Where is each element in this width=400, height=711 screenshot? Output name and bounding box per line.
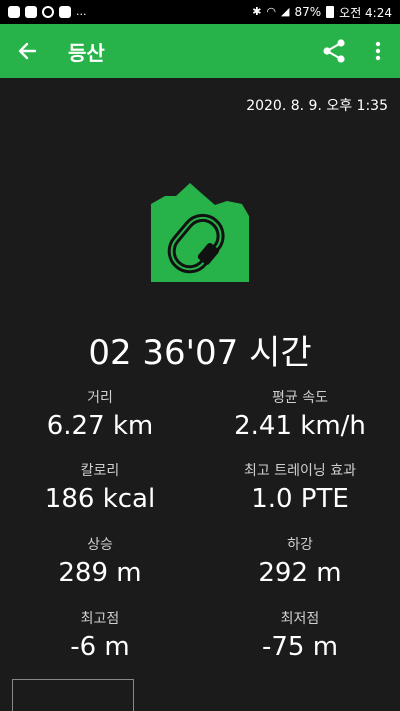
stat-value: 289 m xyxy=(58,558,142,588)
bluetooth-icon: ✱ xyxy=(252,5,262,18)
status-bar: ... ✱ ◠ ◢ 87% 오전 4:24 xyxy=(0,0,400,24)
share-icon xyxy=(323,39,345,63)
stat-ascent: 상승 289 m xyxy=(0,534,200,588)
stat-max-elevation: 최고점 -6 m xyxy=(0,608,200,662)
more-notifications-label: ... xyxy=(76,5,87,18)
stat-distance: 거리 6.27 km xyxy=(0,387,200,441)
more-options-button[interactable] xyxy=(356,24,400,78)
stat-value: 1.0 PTE xyxy=(251,484,349,514)
page-title: 등산 xyxy=(68,40,105,65)
stat-label: 거리 xyxy=(87,390,113,406)
stat-label: 최고 트레이닝 효과 xyxy=(244,463,356,479)
back-button[interactable] xyxy=(0,24,54,78)
stat-average-speed: 평균 속도 2.41 km/h xyxy=(200,387,400,441)
stat-value: 6.27 km xyxy=(46,411,154,441)
stat-label: 하강 xyxy=(287,537,313,553)
stat-label: 칼로리 xyxy=(80,463,120,479)
activity-duration: 02 36'07 시간 xyxy=(88,333,312,373)
stat-label: 최저점 xyxy=(280,611,320,627)
stat-label: 평균 속도 xyxy=(272,390,328,406)
status-time: 오전 4:24 xyxy=(339,5,392,20)
vpn-icon xyxy=(59,6,71,18)
hiking-carabiner-icon xyxy=(151,183,249,282)
stat-value: 2.41 km/h xyxy=(234,411,366,441)
status-left: ... xyxy=(8,6,87,18)
more-vert-icon xyxy=(375,41,381,61)
stat-label: 최고점 xyxy=(80,611,120,627)
wifi-icon: ◠ xyxy=(266,5,277,18)
sync-icon xyxy=(42,6,54,18)
share-button[interactable] xyxy=(312,24,356,78)
stat-label: 상승 xyxy=(87,537,113,553)
stat-calories: 칼로리 186 kcal xyxy=(0,460,200,514)
signal-icon: ◢ xyxy=(281,5,290,18)
stat-value: -6 m xyxy=(70,632,130,662)
stat-training-effect: 최고 트레이닝 효과 1.0 PTE xyxy=(200,460,400,514)
status-right: ✱ ◠ ◢ 87% 오전 4:24 xyxy=(252,4,392,21)
stat-value: 186 kcal xyxy=(44,484,156,514)
map-card[interactable] xyxy=(12,679,134,711)
back-arrow-icon xyxy=(18,42,37,60)
stat-value: 292 m xyxy=(258,558,342,588)
battery-icon xyxy=(326,6,335,18)
notification-icon xyxy=(8,6,20,18)
activity-date: 2020. 8. 9. 오후 1:35 xyxy=(246,98,388,114)
app-bar: 등산 xyxy=(0,24,400,78)
stat-min-elevation: 최저점 -75 m xyxy=(200,608,400,662)
battery-percent: 87% xyxy=(294,5,322,19)
image-notification-icon xyxy=(25,6,37,18)
stat-value: -75 m xyxy=(261,632,339,662)
stat-descent: 하강 292 m xyxy=(200,534,400,588)
